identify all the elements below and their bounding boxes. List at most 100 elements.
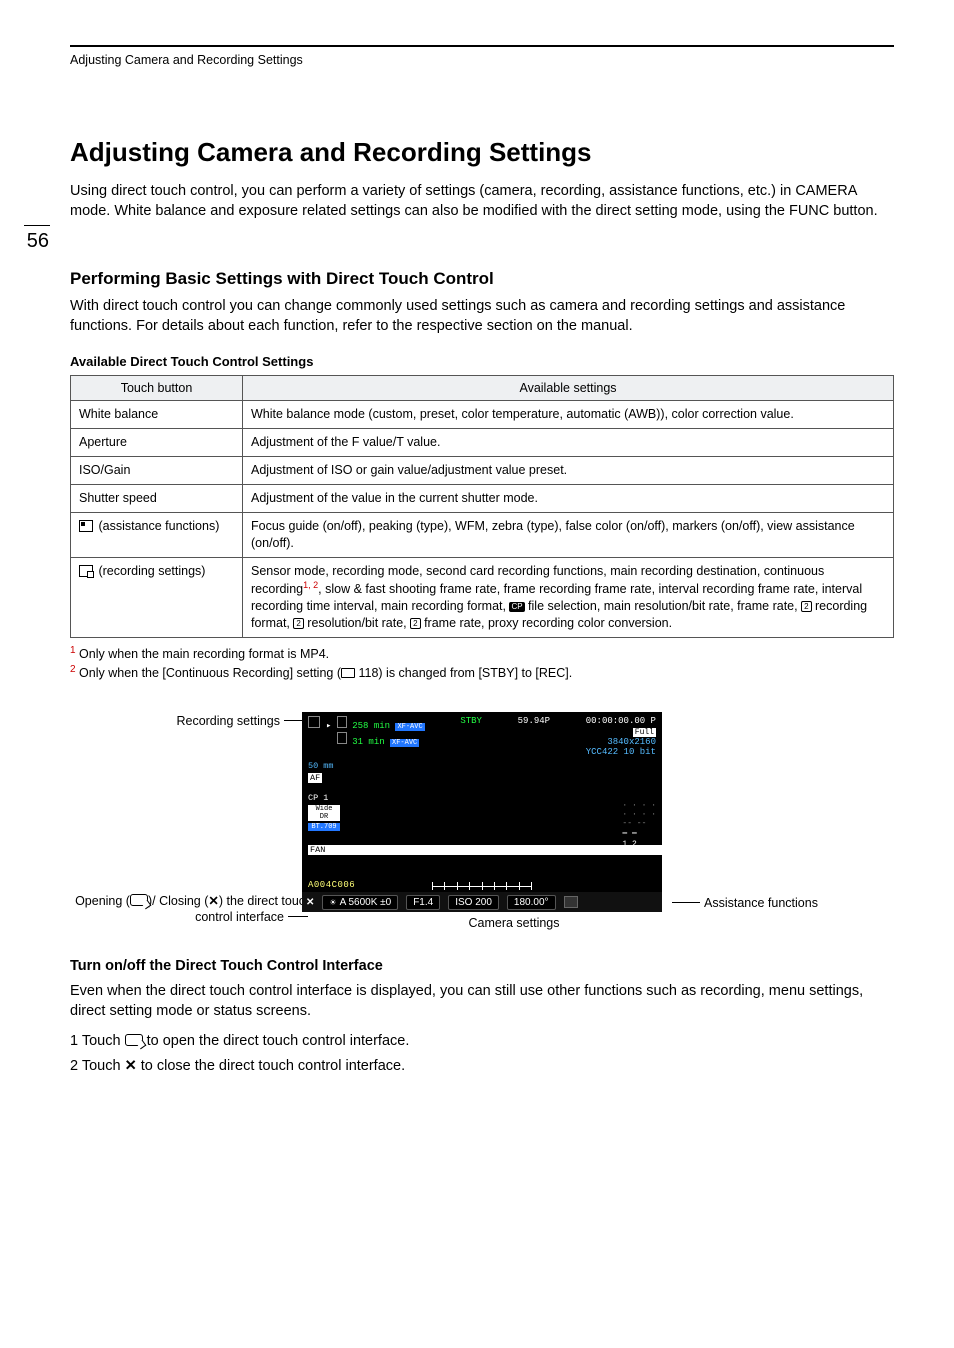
- cell-settings: White balance mode (custom, preset, colo…: [243, 401, 894, 429]
- label-text: Opening (: [75, 894, 130, 908]
- footnote-2: 2 Only when the [Continuous Recording] s…: [70, 663, 894, 682]
- top-rule: [70, 45, 894, 47]
- touch-open-icon: [130, 894, 148, 906]
- page-title: Adjusting Camera and Recording Settings: [70, 137, 894, 168]
- page-number-tick: [24, 225, 50, 226]
- content: Adjusting Camera and Recording Settings …: [0, 137, 954, 1079]
- recording-settings-icon: [79, 565, 93, 577]
- cell-settings: Focus guide (on/off), peaking (type), WF…: [243, 512, 894, 557]
- settings-text: resolution/bit rate,: [304, 616, 410, 630]
- exposure-scale: [432, 882, 532, 890]
- section-heading: Performing Basic Settings with Direct To…: [70, 269, 894, 289]
- cp-chip-icon: CP: [509, 602, 524, 612]
- white-balance-button[interactable]: ☀A 5600K ±0: [322, 895, 398, 910]
- monitor-card1: ▸ 258 min XF-AVC: [326, 716, 425, 731]
- cell-button: (assistance functions): [71, 512, 243, 557]
- footnotes: 1 Only when the main recording format is…: [70, 644, 894, 682]
- fan-badge: FAN: [308, 845, 662, 855]
- settings-text: file selection, main resolution/bit rate…: [525, 599, 802, 613]
- stby-indicator: STBY: [460, 716, 482, 757]
- monitor-top-left: ▸ 258 min XF-AVC 31 min XF-AVC: [308, 716, 425, 757]
- cell-settings: Adjustment of ISO or gain value/adjustme…: [243, 457, 894, 485]
- step-text: to close the direct touch control interf…: [137, 1058, 405, 1074]
- page-number: 56: [0, 230, 55, 253]
- label-recording-settings: Recording settings: [122, 714, 312, 728]
- running-head: Adjusting Camera and Recording Settings: [0, 53, 954, 67]
- card2-time: 31 min: [352, 737, 384, 747]
- colorspace-badge: BT.709: [308, 823, 340, 831]
- steps-list: 1 Touch to open the direct touch control…: [70, 1029, 894, 1078]
- figure: Recording settings Opening ()/ Closing (…: [132, 712, 832, 930]
- footnote-text: 118) is changed from [STBY] to [REC].: [355, 666, 572, 680]
- footnote-1: 1 Only when the main recording format is…: [70, 644, 894, 663]
- frame-rate: 59.94P: [518, 716, 550, 757]
- cell-button: ISO/Gain: [71, 457, 243, 485]
- th-available-settings: Available settings: [243, 376, 894, 401]
- assistance-functions-icon: [79, 520, 93, 532]
- timecode: 00:00:00.00 P: [586, 716, 656, 726]
- footnote-text: Only when the [Continuous Recording] set…: [76, 666, 341, 680]
- section-body: With direct touch control you can change…: [70, 297, 894, 336]
- monitor-bottom-bar: ✕ ☀A 5600K ±0 F1.4 ISO 200 180.00°: [302, 892, 662, 912]
- table-row: (assistance functions) Focus guide (on/o…: [71, 512, 894, 557]
- subsection-body: Even when the direct touch control inter…: [70, 982, 894, 1021]
- label-open-close: Opening ()/ Closing (✕) the direct touch…: [52, 893, 312, 925]
- intro-text: Using direct touch control, you can perf…: [70, 182, 894, 221]
- card2-chip-icon: 2: [293, 618, 303, 629]
- cell-button: Shutter speed: [71, 484, 243, 512]
- af-badge: AF: [308, 773, 322, 783]
- card1-time: 258 min: [352, 721, 390, 731]
- cell-settings: Adjustment of the F value/T value.: [243, 429, 894, 457]
- aperture-button[interactable]: F1.4: [406, 895, 440, 910]
- manual-ref-icon: [341, 668, 355, 678]
- monitor-left-column: 50 mm AF CP 1 Wide DR BT.709 FAN: [302, 757, 662, 855]
- settings-text: frame rate, proxy recording color conver…: [421, 616, 673, 630]
- monitor-top-right: 00:00:00.00 P Full 3840x2160 YCC422 10 b…: [586, 716, 656, 757]
- step-text: to open the direct touch control interfa…: [143, 1033, 410, 1049]
- card2-chip-icon: 2: [801, 601, 811, 612]
- subsection-heading: Turn on/off the Direct Touch Control Int…: [70, 958, 894, 974]
- assistance-functions-button[interactable]: [564, 896, 578, 908]
- cell-settings: Adjustment of the value in the current s…: [243, 484, 894, 512]
- full-badge: Full: [633, 728, 656, 737]
- shutter-button[interactable]: 180.00°: [507, 895, 556, 910]
- step-1: 1 Touch to open the direct touch control…: [70, 1029, 894, 1054]
- label-text: )/ Closing (: [148, 894, 208, 908]
- audio-levels: · · · ·· · · ·-- --▬ ▬ 1 2: [622, 802, 656, 850]
- gamma-badge: Wide DR: [308, 805, 340, 821]
- label-text: Recording settings: [176, 714, 280, 728]
- table-header-row: Touch button Available settings: [71, 376, 894, 401]
- label-text: Assistance functions: [704, 896, 818, 910]
- table-row: Aperture Adjustment of the F value/T val…: [71, 429, 894, 457]
- cell-button: Aperture: [71, 429, 243, 457]
- step-text: 1 Touch: [70, 1033, 125, 1049]
- cell-button-label: (recording settings): [95, 564, 205, 578]
- cell-button: (recording settings): [71, 557, 243, 638]
- cell-button-label: (assistance functions): [95, 519, 219, 533]
- table-caption: Available Direct Touch Control Settings: [70, 354, 894, 369]
- table-row: ISO/Gain Adjustment of ISO or gain value…: [71, 457, 894, 485]
- clip-name: A004C006: [308, 880, 355, 890]
- monitor-card2: 31 min XF-AVC: [326, 732, 425, 747]
- page-number-box: 56: [0, 225, 55, 253]
- monitor-top-bar: ▸ 258 min XF-AVC 31 min XF-AVC STBY 59.9…: [302, 712, 662, 757]
- table-row: Shutter speed Adjustment of the value in…: [71, 484, 894, 512]
- close-x-icon: ✕: [208, 894, 218, 908]
- close-interface-button[interactable]: ✕: [306, 897, 314, 908]
- card2-chip-icon: 2: [410, 618, 420, 629]
- touch-open-icon: [125, 1034, 143, 1046]
- iso-button[interactable]: ISO 200: [448, 895, 499, 910]
- th-touch-button: Touch button: [71, 376, 243, 401]
- wb-value: A 5600K ±0: [340, 897, 392, 908]
- label-assistance-functions: Assistance functions: [668, 896, 818, 910]
- camera-monitor: ▸ 258 min XF-AVC 31 min XF-AVC STBY 59.9…: [302, 712, 662, 912]
- close-x-icon: ✕: [125, 1058, 137, 1074]
- card-icon: [337, 732, 347, 744]
- cp-indicator: CP 1: [308, 793, 662, 803]
- table-row: White balance White balance mode (custom…: [71, 401, 894, 429]
- recording-settings-touch-icon[interactable]: [308, 716, 320, 728]
- codec-badge: XF-AVC: [390, 739, 419, 747]
- settings-table: Touch button Available settings White ba…: [70, 375, 894, 638]
- step-text: 2 Touch: [70, 1058, 125, 1074]
- step-2: 2 Touch ✕ to close the direct touch cont…: [70, 1054, 894, 1079]
